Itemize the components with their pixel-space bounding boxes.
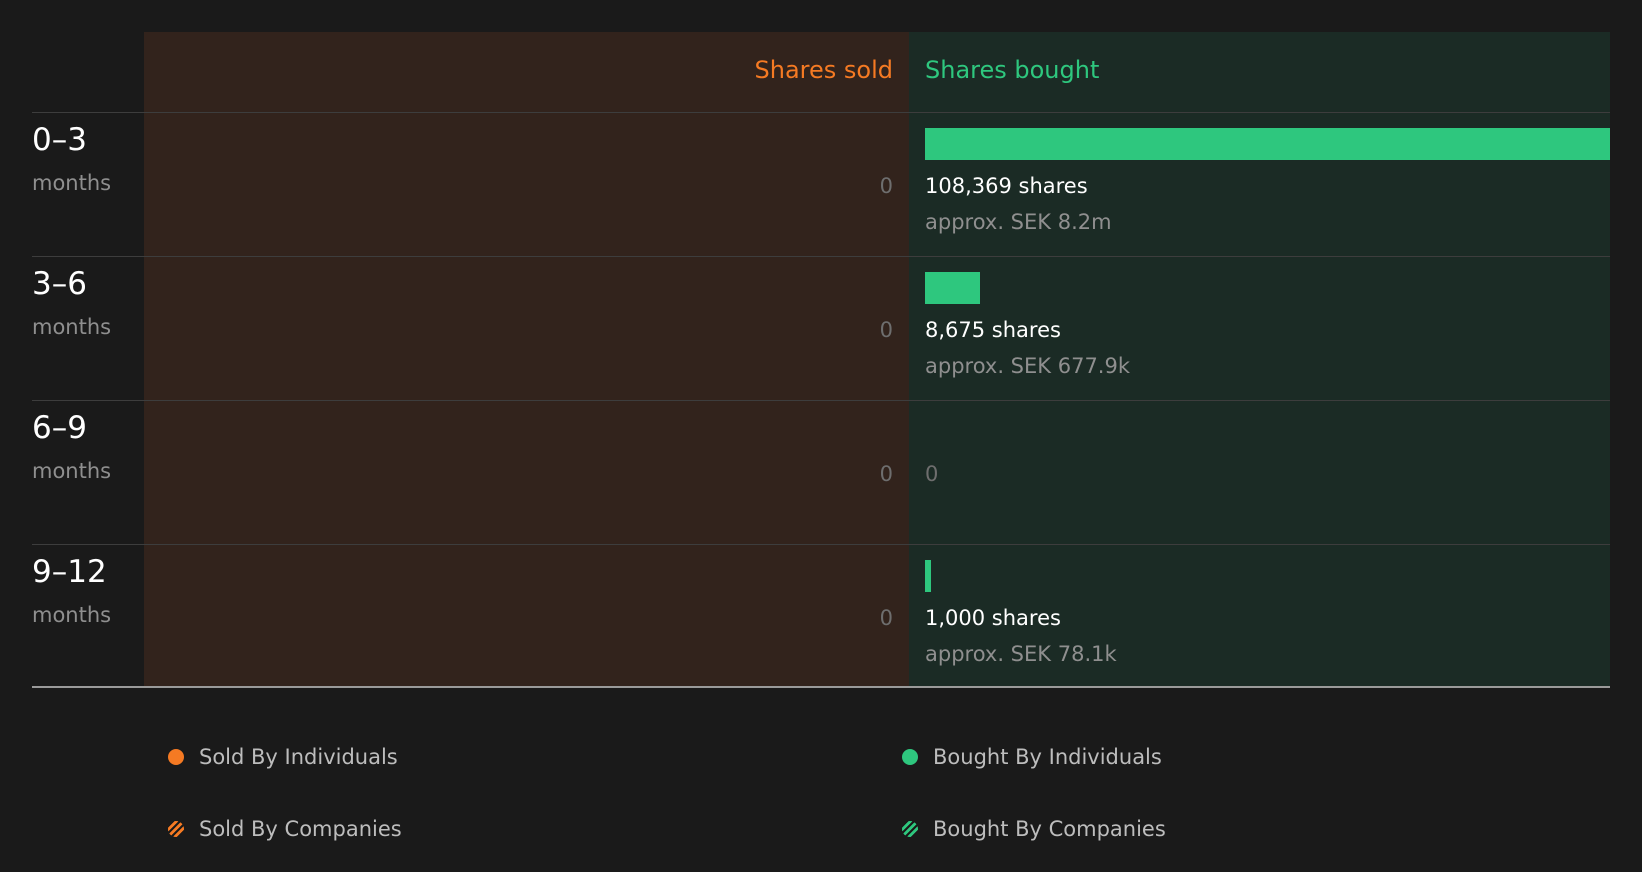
legend-label: Sold By Individuals bbox=[199, 745, 398, 769]
legend-label: Bought By Companies bbox=[933, 817, 1166, 841]
sold-value-label: 0 bbox=[879, 318, 893, 342]
period-unit-label: months bbox=[32, 171, 112, 195]
chart-row: 6–9 months 0 0 bbox=[0, 400, 1642, 544]
bought-shares-label: 108,369 shares bbox=[925, 174, 1088, 198]
legend-sold-by-companies: Sold By Companies bbox=[168, 814, 402, 844]
bought-value-approx-label: approx. SEK 78.1k bbox=[925, 642, 1117, 666]
bought-bar bbox=[925, 272, 980, 304]
bought-shares-label: 1,000 shares bbox=[925, 606, 1061, 630]
bought-value-approx-label: approx. SEK 8.2m bbox=[925, 210, 1112, 234]
period-label: 9–12 bbox=[32, 554, 107, 590]
period-label: 3–6 bbox=[32, 266, 87, 302]
bought-value-approx-label: approx. SEK 677.9k bbox=[925, 354, 1131, 378]
chart-row: 0–3 months 0 108,369 shares approx. SEK 8.2m bbox=[0, 112, 1642, 256]
sold-value-label: 0 bbox=[879, 174, 893, 198]
bought-bar bbox=[925, 560, 931, 592]
bought-bar bbox=[925, 128, 1610, 160]
hatched-dot-icon bbox=[168, 821, 184, 837]
legend-bought-by-individuals: Bought By Individuals bbox=[902, 742, 1162, 772]
period-unit-label: months bbox=[32, 459, 112, 483]
sold-value-label: 0 bbox=[879, 606, 893, 630]
legend-label: Bought By Individuals bbox=[933, 745, 1162, 769]
solid-dot-icon bbox=[168, 749, 184, 765]
period-unit-label: months bbox=[32, 603, 112, 627]
legend-bought-by-companies: Bought By Companies bbox=[902, 814, 1166, 844]
solid-dot-icon bbox=[902, 749, 918, 765]
chart-row: 9–12 months 0 1,000 shares approx. SEK 78.1k bbox=[0, 544, 1642, 688]
bought-value-label: 0 bbox=[925, 462, 939, 486]
legend-sold-by-individuals: Sold By Individuals bbox=[168, 742, 398, 772]
shares-sold-header: Shares sold bbox=[754, 56, 893, 84]
period-unit-label: months bbox=[32, 315, 112, 339]
sold-value-label: 0 bbox=[879, 462, 893, 486]
chart-baseline bbox=[32, 686, 1610, 688]
legend-label: Sold By Companies bbox=[199, 817, 402, 841]
period-label: 6–9 bbox=[32, 410, 87, 446]
hatched-dot-icon bbox=[902, 821, 918, 837]
shares-bought-header: Shares bought bbox=[925, 56, 1100, 84]
bought-shares-label: 8,675 shares bbox=[925, 318, 1061, 342]
period-label: 0–3 bbox=[32, 122, 87, 158]
chart-row: 3–6 months 0 8,675 shares approx. SEK 677.9k bbox=[0, 256, 1642, 400]
